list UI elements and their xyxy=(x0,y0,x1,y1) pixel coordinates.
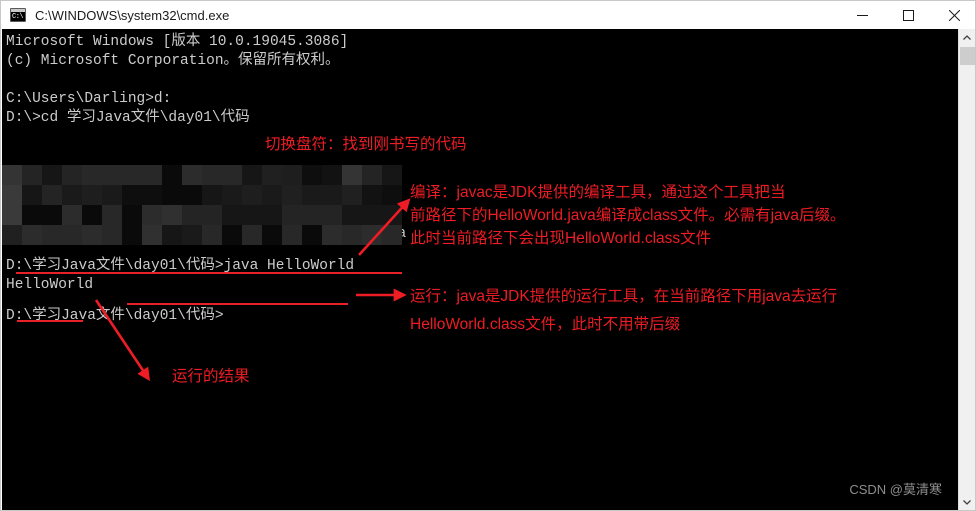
cmd-icon-glyph: C:\ xyxy=(12,13,24,21)
maximize-button[interactable] xyxy=(885,1,931,29)
close-button[interactable] xyxy=(931,1,975,29)
chevron-up-icon xyxy=(963,35,971,40)
chevron-down-icon xyxy=(963,500,971,505)
title-bar: C:\ C:\WINDOWS\system32\cmd.exe xyxy=(1,1,975,29)
scrollbar-down-button[interactable] xyxy=(959,494,975,510)
annotation-arrows xyxy=(94,198,411,382)
csdn-watermark: CSDN @莫清寒 xyxy=(849,482,942,497)
maximize-icon xyxy=(902,9,914,21)
scrollbar-thumb[interactable] xyxy=(960,47,975,65)
arrow-to-result-note xyxy=(94,299,151,382)
cmd-icon: C:\ xyxy=(10,8,26,22)
cmd-window: C:\ C:\WINDOWS\system32\cmd.exe Microsof… xyxy=(0,0,976,511)
minimize-icon xyxy=(856,14,868,16)
window-title: C:\WINDOWS\system32\cmd.exe xyxy=(35,7,230,23)
arrow-to-compile-note xyxy=(358,198,411,256)
scrollbar-up-button[interactable] xyxy=(959,29,975,46)
vertical-scrollbar[interactable] xyxy=(958,29,975,510)
close-icon xyxy=(948,9,960,21)
console-output-area[interactable]: Microsoft Windows [版本 10.0.19045.3086] (c… xyxy=(2,29,960,510)
minimize-button[interactable] xyxy=(839,1,885,29)
